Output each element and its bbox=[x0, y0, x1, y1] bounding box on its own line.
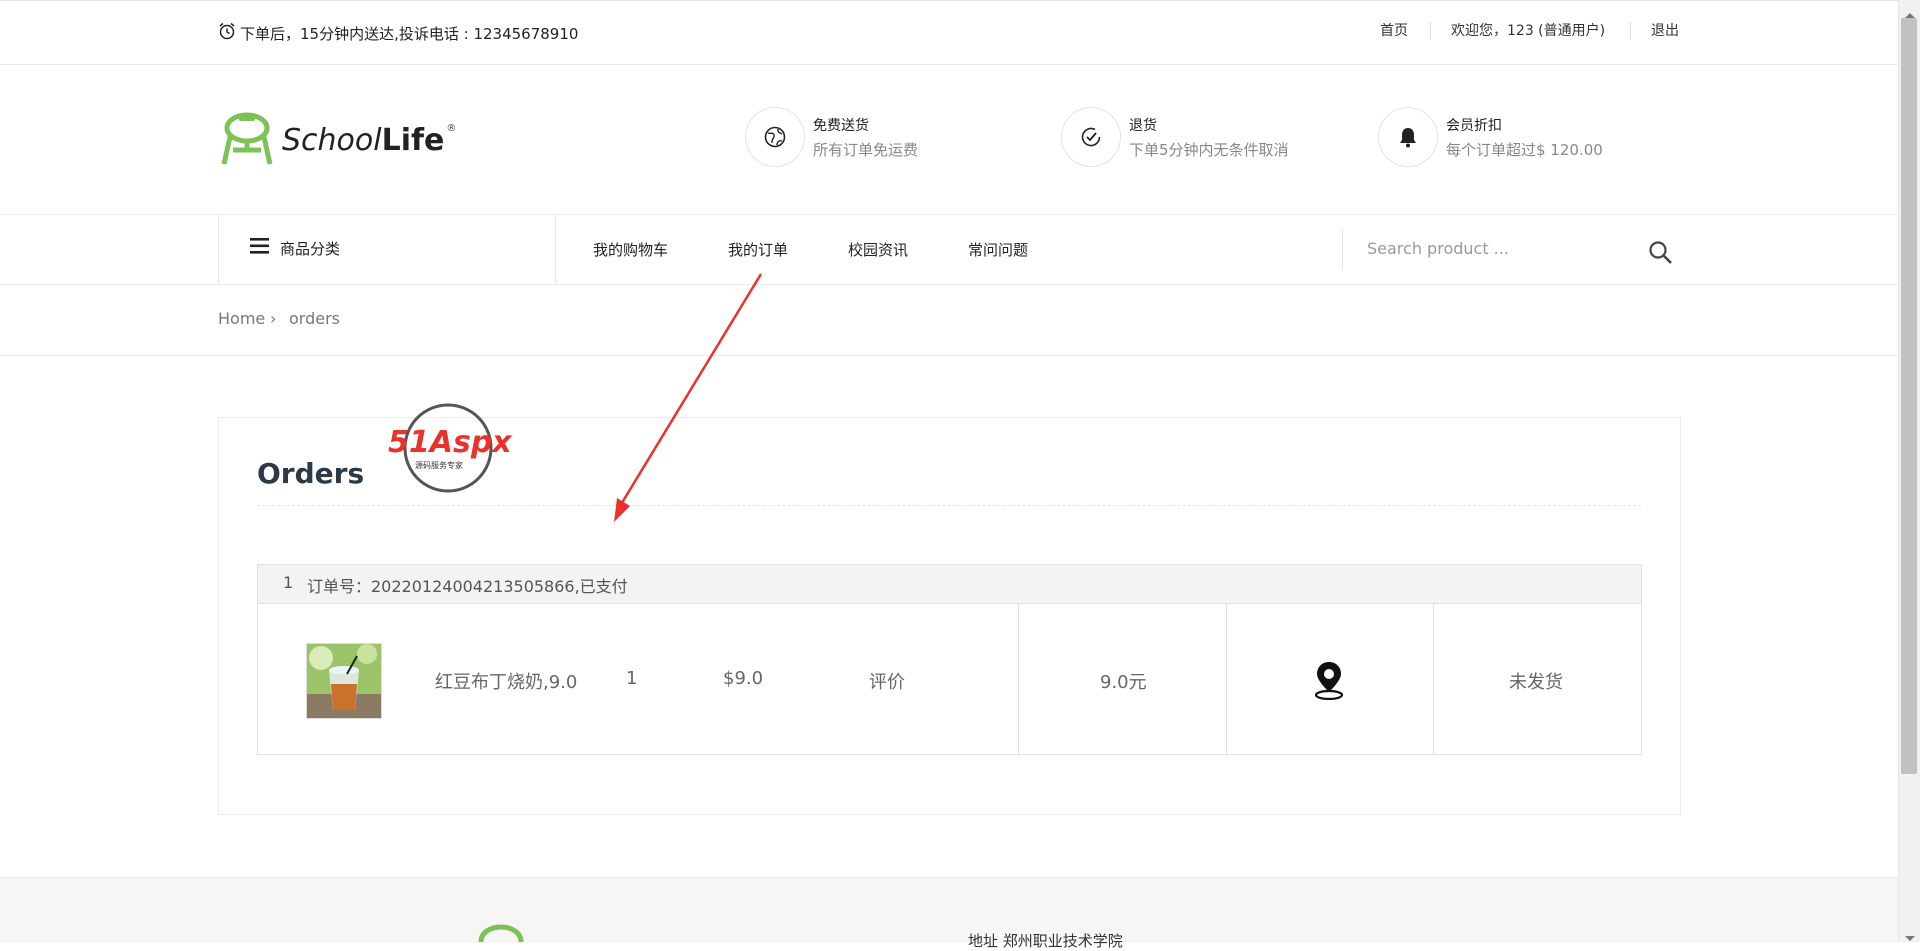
category-menu-button[interactable]: 商品分类 bbox=[250, 237, 340, 259]
logo[interactable]: SchoolLife ® bbox=[218, 106, 456, 174]
divider bbox=[1430, 22, 1431, 40]
footer-logo-icon bbox=[476, 924, 526, 946]
hamburger-icon bbox=[250, 237, 270, 259]
notice-text: 下单后，15分钟内送达,投诉电话 : 12345678910 bbox=[240, 24, 579, 43]
scroll-up-icon[interactable] bbox=[1904, 4, 1916, 23]
logo-mascot-icon bbox=[218, 106, 276, 174]
svg-text:51Aspx: 51Aspx bbox=[388, 425, 513, 460]
globe-icon bbox=[745, 107, 805, 167]
footer-address: 地址 郑州职业技术学院 bbox=[968, 932, 1123, 950]
divider bbox=[1018, 603, 1019, 755]
review-link[interactable]: 评价 bbox=[869, 668, 905, 694]
alarm-clock-icon bbox=[218, 22, 236, 44]
search-icon[interactable] bbox=[1648, 240, 1674, 270]
page-title: Orders bbox=[257, 457, 365, 490]
watermark-logo: 51Aspx 源码服务专家 bbox=[388, 402, 514, 498]
welcome-text: 欢迎您，123 (普通用户) bbox=[1451, 23, 1606, 39]
annotation-arrow-icon bbox=[614, 273, 763, 522]
order-number: 订单号：20220124004213505866,已支付 bbox=[307, 577, 628, 596]
footer bbox=[0, 877, 1898, 943]
divider bbox=[1342, 230, 1343, 270]
category-label: 商品分类 bbox=[280, 239, 341, 258]
top-notice: 下单后，15分钟内送达,投诉电话 : 12345678910 bbox=[218, 22, 578, 44]
breadcrumb-home[interactable]: Home bbox=[218, 309, 265, 328]
item-quantity: 1 bbox=[626, 668, 638, 689]
order-total: 9.0元 bbox=[1100, 672, 1147, 693]
search-input[interactable] bbox=[1365, 233, 1669, 263]
shipping-status: 未发货 bbox=[1509, 672, 1563, 693]
nav-campus-news[interactable]: 校园资讯 bbox=[848, 239, 908, 260]
check-circle-icon bbox=[1061, 107, 1121, 167]
scrollbar-thumb[interactable] bbox=[1901, 18, 1917, 774]
item-name: 红豆布丁烧奶,9.0 bbox=[435, 672, 578, 693]
feature-title: 会员折扣 bbox=[1446, 117, 1502, 134]
nav-cart[interactable]: 我的购物车 bbox=[593, 239, 668, 260]
order-index: 1 bbox=[283, 573, 294, 592]
feature-returns: 退货 下单5分钟内无条件取消 bbox=[1061, 107, 1289, 167]
feature-free-shipping: 免费送货 所有订单免运费 bbox=[745, 107, 918, 167]
divider bbox=[218, 214, 219, 284]
divider bbox=[1433, 603, 1434, 755]
item-price: $9.0 bbox=[723, 668, 764, 689]
divider bbox=[555, 214, 556, 284]
divider bbox=[257, 505, 1641, 506]
svg-text:源码服务专家: 源码服务专家 bbox=[415, 460, 463, 470]
feature-desc: 每个订单超过$ 120.00 bbox=[1446, 140, 1603, 159]
feature-desc: 所有订单免运费 bbox=[813, 140, 919, 159]
feature-title: 退货 bbox=[1129, 117, 1157, 134]
logo-text: SchoolLife ® bbox=[282, 122, 457, 158]
product-image[interactable] bbox=[306, 643, 382, 719]
breadcrumb-bar bbox=[0, 285, 1898, 356]
breadcrumb-current: orders bbox=[289, 309, 340, 328]
scroll-down-icon[interactable] bbox=[1904, 928, 1916, 947]
breadcrumb-separator: › bbox=[270, 309, 277, 328]
map-pin-icon[interactable] bbox=[1312, 660, 1346, 704]
feature-desc: 下单5分钟内无条件取消 bbox=[1129, 140, 1289, 159]
divider bbox=[1630, 22, 1631, 40]
nav-my-orders[interactable]: 我的订单 bbox=[728, 239, 788, 260]
home-link[interactable]: 首页 bbox=[1380, 20, 1408, 40]
feature-member-discount: 会员折扣 每个订单超过$ 120.00 bbox=[1378, 107, 1603, 167]
logout-link[interactable]: 退出 bbox=[1651, 20, 1679, 40]
bell-icon bbox=[1378, 107, 1438, 167]
divider bbox=[1226, 603, 1227, 755]
feature-title: 免费送货 bbox=[813, 117, 869, 134]
nav-faq[interactable]: 常问问题 bbox=[968, 239, 1028, 260]
